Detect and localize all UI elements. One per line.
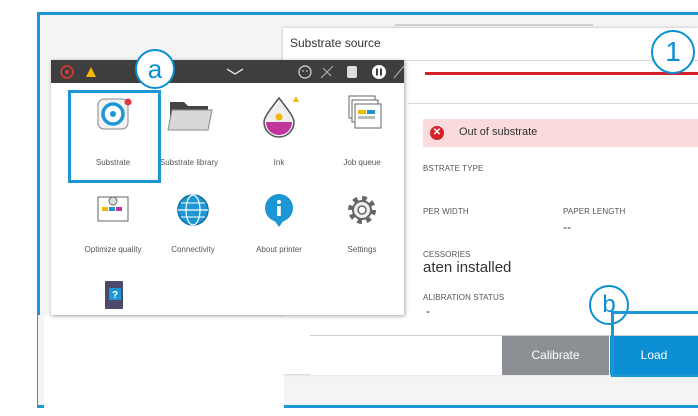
printer-home-panel: Substrate Substrate library Ink Job queu… — [51, 60, 405, 315]
callout-a: a — [135, 49, 175, 89]
svg-text:?: ? — [112, 290, 118, 301]
pause-icon[interactable] — [372, 65, 386, 79]
about-printer-tile[interactable]: About printer — [244, 193, 314, 259]
window-title: Substrate source — [290, 36, 381, 50]
face-status-icon[interactable] — [298, 65, 312, 79]
job-queue-icon — [348, 95, 382, 129]
substrate-library-tile[interactable]: Substrate library — [154, 90, 224, 172]
about-printer-label: About printer — [256, 245, 302, 254]
frame-gap — [38, 315, 44, 405]
connectivity-tile[interactable]: Connectivity — [158, 193, 228, 259]
signal-off-icon[interactable] — [320, 65, 334, 79]
out-of-substrate-alert: ✕ Out of substrate — [423, 119, 698, 147]
calibration-status-label: ALIBRATION STATUS — [423, 293, 505, 302]
chevron-down-icon[interactable] — [226, 68, 244, 75]
status-bar — [51, 60, 405, 83]
settings-label: Settings — [347, 245, 377, 254]
calibration-status-value: - — [426, 304, 430, 318]
callout-1: 1 — [651, 30, 695, 74]
warning-status-icon[interactable] — [86, 67, 96, 77]
ink-drop-icon — [263, 96, 299, 138]
ink-label: Ink — [273, 158, 285, 167]
paper-length-value: -- — [563, 220, 571, 234]
connectivity-label: Connectivity — [171, 245, 215, 254]
window-header: Substrate source — [283, 28, 698, 61]
ink-tile[interactable]: Ink — [244, 90, 314, 172]
status-red-bar — [425, 72, 698, 75]
job-queue-label: Job queue — [343, 158, 381, 167]
help-tile[interactable]: ? — [78, 278, 148, 310]
settings-tile[interactable]: Settings — [327, 193, 397, 259]
status-bar-icons — [60, 65, 405, 79]
folder-icon — [167, 102, 213, 131]
error-icon: ✕ — [430, 126, 444, 140]
error-status-icon[interactable] — [60, 65, 74, 79]
accessories-value: aten installed — [423, 259, 512, 276]
paper-length-label: PAPER LENGTH — [563, 207, 626, 216]
optimize-quality-tile[interactable]: Optimize quality — [78, 193, 148, 259]
paper-width-label: PER WIDTH — [423, 207, 469, 216]
accessories-label: CESSORIES — [423, 250, 471, 259]
job-queue-tile[interactable]: Job queue — [327, 90, 397, 172]
optimize-quality-label: Optimize quality — [84, 245, 142, 254]
alert-message: Out of substrate — [459, 126, 538, 138]
sleep-mode-icon[interactable] — [347, 66, 357, 78]
calibrate-button[interactable]: Calibrate — [502, 336, 609, 375]
window-edge-line — [395, 24, 593, 26]
help-book-icon: ? — [105, 281, 123, 309]
network-off-icon[interactable] — [393, 65, 405, 79]
optimize-quality-icon — [97, 196, 129, 222]
load-highlight — [611, 311, 698, 377]
info-icon — [265, 194, 293, 227]
divider — [408, 103, 698, 104]
globe-icon — [177, 194, 209, 226]
gear-icon — [348, 196, 376, 224]
blank-area — [44, 316, 284, 408]
substrate-highlight — [68, 90, 161, 183]
substrate-library-label: Substrate library — [159, 158, 219, 167]
substrate-type-label: BSTRATE TYPE — [423, 164, 484, 173]
